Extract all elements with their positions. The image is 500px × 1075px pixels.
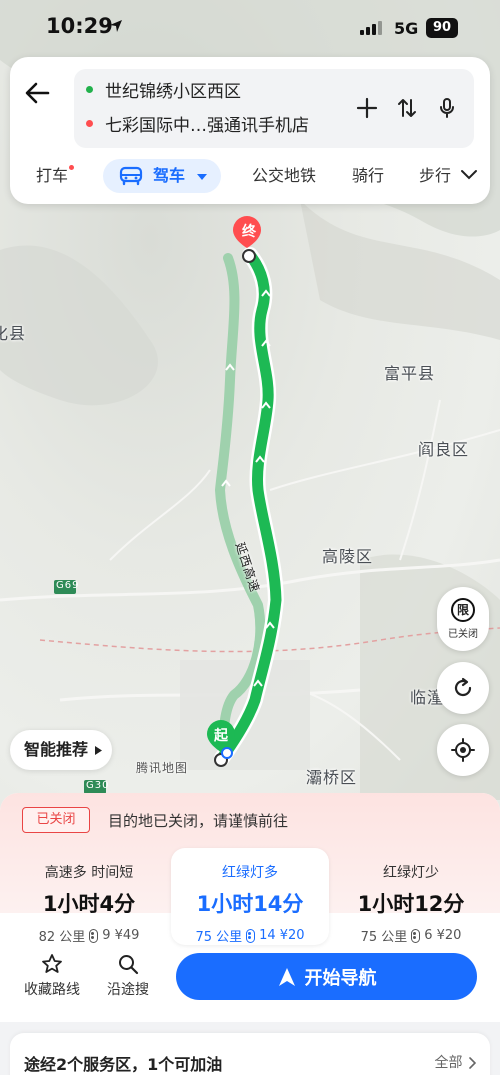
service-area-card[interactable]: 途经2个服务区，1个可加油 全部: [10, 1033, 490, 1075]
map-label-yanliang: 阎良区: [418, 440, 470, 459]
refresh-route-button[interactable]: [437, 662, 489, 714]
tab-bike[interactable]: 骑行: [352, 159, 384, 193]
end-marker-text: 终: [242, 224, 256, 240]
chevron-right-icon: [469, 1057, 477, 1069]
favorite-route-button[interactable]: 收藏路线: [20, 953, 84, 999]
signal-icon: [360, 21, 382, 35]
route-option-cost: ¥20: [279, 928, 305, 943]
map-attribution: 腾讯地图: [136, 761, 189, 775]
tab-transit[interactable]: 公交地铁: [252, 159, 316, 193]
route-option-meta: 82 公里 9 ¥49: [10, 926, 168, 945]
view-all-link[interactable]: 全部: [434, 1052, 477, 1072]
restriction-status: 已关闭: [448, 629, 478, 640]
start-navigation-button[interactable]: 开始导航: [176, 953, 477, 1000]
notification-dot: [69, 165, 75, 170]
search-along-label: 沿途搜: [107, 982, 149, 998]
search-icon: [119, 955, 139, 975]
route-option-3[interactable]: 红绿灯少 1小时12分 75 公里 6 ¥20: [332, 848, 490, 945]
highway-shield-g69: G69: [56, 580, 80, 591]
route-option-tag: 红绿灯多: [222, 865, 278, 881]
highway-shield-g30: G30: [86, 780, 110, 791]
status-bar: 10:29 5G 90: [0, 0, 500, 58]
back-button[interactable]: [20, 75, 56, 111]
route-option-duration: 1小时12分: [357, 892, 465, 916]
route-option-cost: ¥49: [114, 928, 140, 943]
location-arrow-icon: [110, 20, 122, 32]
favorite-route-label: 收藏路线: [24, 982, 80, 998]
swap-button[interactable]: [394, 95, 420, 121]
add-stop-button[interactable]: [354, 95, 380, 121]
restriction-icon: 限: [451, 598, 475, 622]
route-option-meta: 75 公里 6 ¥20: [332, 926, 490, 945]
route-option-meta: 75 公里 14 ¥20: [171, 926, 329, 945]
route-inputs: 世纪锦绣小区西区 七彩国际中…强通讯手机店: [74, 69, 474, 148]
view-all-label: 全部: [434, 1055, 463, 1071]
route-options: 高速多 时间短 1小时4分 82 公里 9 ¥49 红绿灯多 1小时14分 75…: [10, 848, 490, 945]
route-option-lights: 9: [102, 928, 111, 943]
travel-mode-tabs: 打车 驾车 公交地铁 骑行 步行: [10, 155, 490, 195]
traffic-restriction-button[interactable]: 限 已关闭: [437, 587, 489, 651]
route-option-tag: 红绿灯少: [383, 865, 439, 881]
origin-dot: [86, 85, 93, 93]
destination-field[interactable]: 七彩国际中…强通讯手机店: [86, 109, 309, 137]
refresh-icon: [454, 677, 472, 697]
traffic-light-icon: [411, 928, 421, 943]
route-option-lights: 14: [259, 928, 276, 943]
map-label-gaoling: 高陵区: [322, 547, 374, 566]
start-marker-text: 起: [214, 728, 228, 744]
route-option-duration: 1小时4分: [42, 892, 136, 916]
navigation-arrow-icon: [278, 967, 295, 986]
smart-recommend-label: 智能推荐: [24, 740, 89, 759]
route-option-distance: 75 公里: [360, 930, 408, 945]
locate-me-button[interactable]: [437, 724, 489, 776]
triangle-right-icon: [95, 746, 103, 755]
plus-icon: [356, 97, 378, 119]
search-along-button[interactable]: 沿途搜: [96, 953, 160, 999]
traffic-light-icon: [246, 928, 256, 943]
route-actions: [354, 95, 460, 121]
destination-dot: [86, 119, 93, 127]
sheet-actions: 收藏路线 沿途搜 开始导航: [0, 951, 500, 1007]
locate-crosshair-icon: [451, 738, 475, 762]
route-option-distance: 75 公里: [195, 930, 243, 945]
star-icon: [42, 954, 62, 973]
start-navigation-label: 开始导航: [304, 967, 377, 989]
route-option-tag: 高速多 时间短: [44, 865, 134, 881]
tab-drive[interactable]: 驾车: [103, 159, 221, 193]
map-label-fuping: 富平县: [384, 364, 436, 383]
dropdown-caret-icon: [196, 173, 207, 180]
map-label-left-county: 化县: [0, 324, 27, 343]
tab-taxi-label: 打车: [36, 166, 69, 185]
tab-taxi[interactable]: 打车: [36, 159, 75, 193]
swap-icon: [398, 99, 416, 117]
smart-recommend-button[interactable]: 智能推荐: [10, 730, 113, 770]
traffic-light-icon: [89, 928, 99, 943]
battery-level: 90: [426, 18, 458, 38]
warning-text: 目的地已关闭，请谨慎前往: [108, 812, 289, 830]
route-option-distance: 82 公里: [38, 930, 86, 945]
service-area-text: 途经2个服务区，1个可加油: [24, 1055, 223, 1074]
route-option-duration: 1小时14分: [196, 892, 304, 916]
route-option-2[interactable]: 红绿灯多 1小时14分 75 公里 14 ¥20: [171, 848, 329, 945]
status-time: 10:29: [46, 14, 113, 38]
origin-text: 世纪锦绣小区西区: [105, 81, 241, 102]
back-arrow-icon: [25, 82, 50, 104]
expand-modes-chevron-icon[interactable]: [460, 169, 478, 181]
origin-field[interactable]: 世纪锦绣小区西区: [86, 75, 241, 103]
closed-badge: 已关闭: [22, 807, 90, 833]
route-option-lights: 6: [424, 928, 433, 943]
car-icon: [119, 166, 143, 186]
tab-drive-label: 驾车: [153, 166, 186, 185]
route-option-1[interactable]: 高速多 时间短 1小时4分 82 公里 9 ¥49: [10, 848, 168, 945]
destination-text: 七彩国际中…强通讯手机店: [105, 115, 309, 136]
map-label-baqiao: 灞桥区: [306, 768, 358, 787]
route-option-cost: ¥20: [436, 928, 462, 943]
voice-button[interactable]: [434, 95, 460, 121]
closed-badge-label: 已关闭: [36, 812, 76, 827]
microphone-icon: [440, 98, 454, 118]
route-planner-card: 世纪锦绣小区西区 七彩国际中…强通讯手机店 打车 驾车 公交地铁 骑行 步行: [10, 57, 490, 204]
tab-walk[interactable]: 步行: [419, 159, 451, 193]
network-type: 5G: [394, 19, 419, 38]
